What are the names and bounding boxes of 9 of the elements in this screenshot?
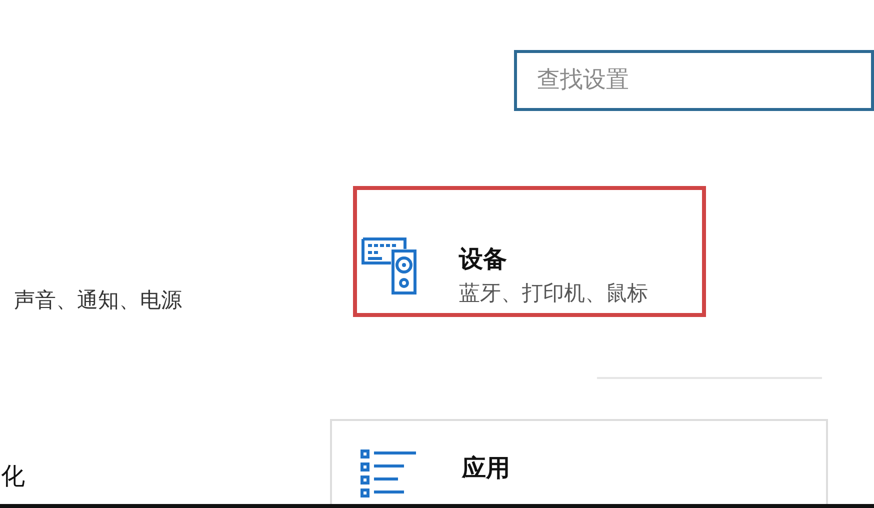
category-title[interactable]: 化 (1, 464, 25, 488)
settings-tile[interactable]: 设备 蓝牙、打印机、鼠标 (353, 186, 706, 318)
search-field[interactable]: 查找设置 (514, 50, 874, 111)
tile-title: 应用 (462, 453, 510, 484)
list-icon (360, 449, 418, 500)
tile-title: 设备 (459, 244, 508, 276)
keyboard-speaker-icon (361, 235, 417, 296)
tile-description: 蓝牙、打印机、鼠标 (459, 280, 648, 308)
category-description: 声音、通知、电源 (14, 287, 183, 314)
